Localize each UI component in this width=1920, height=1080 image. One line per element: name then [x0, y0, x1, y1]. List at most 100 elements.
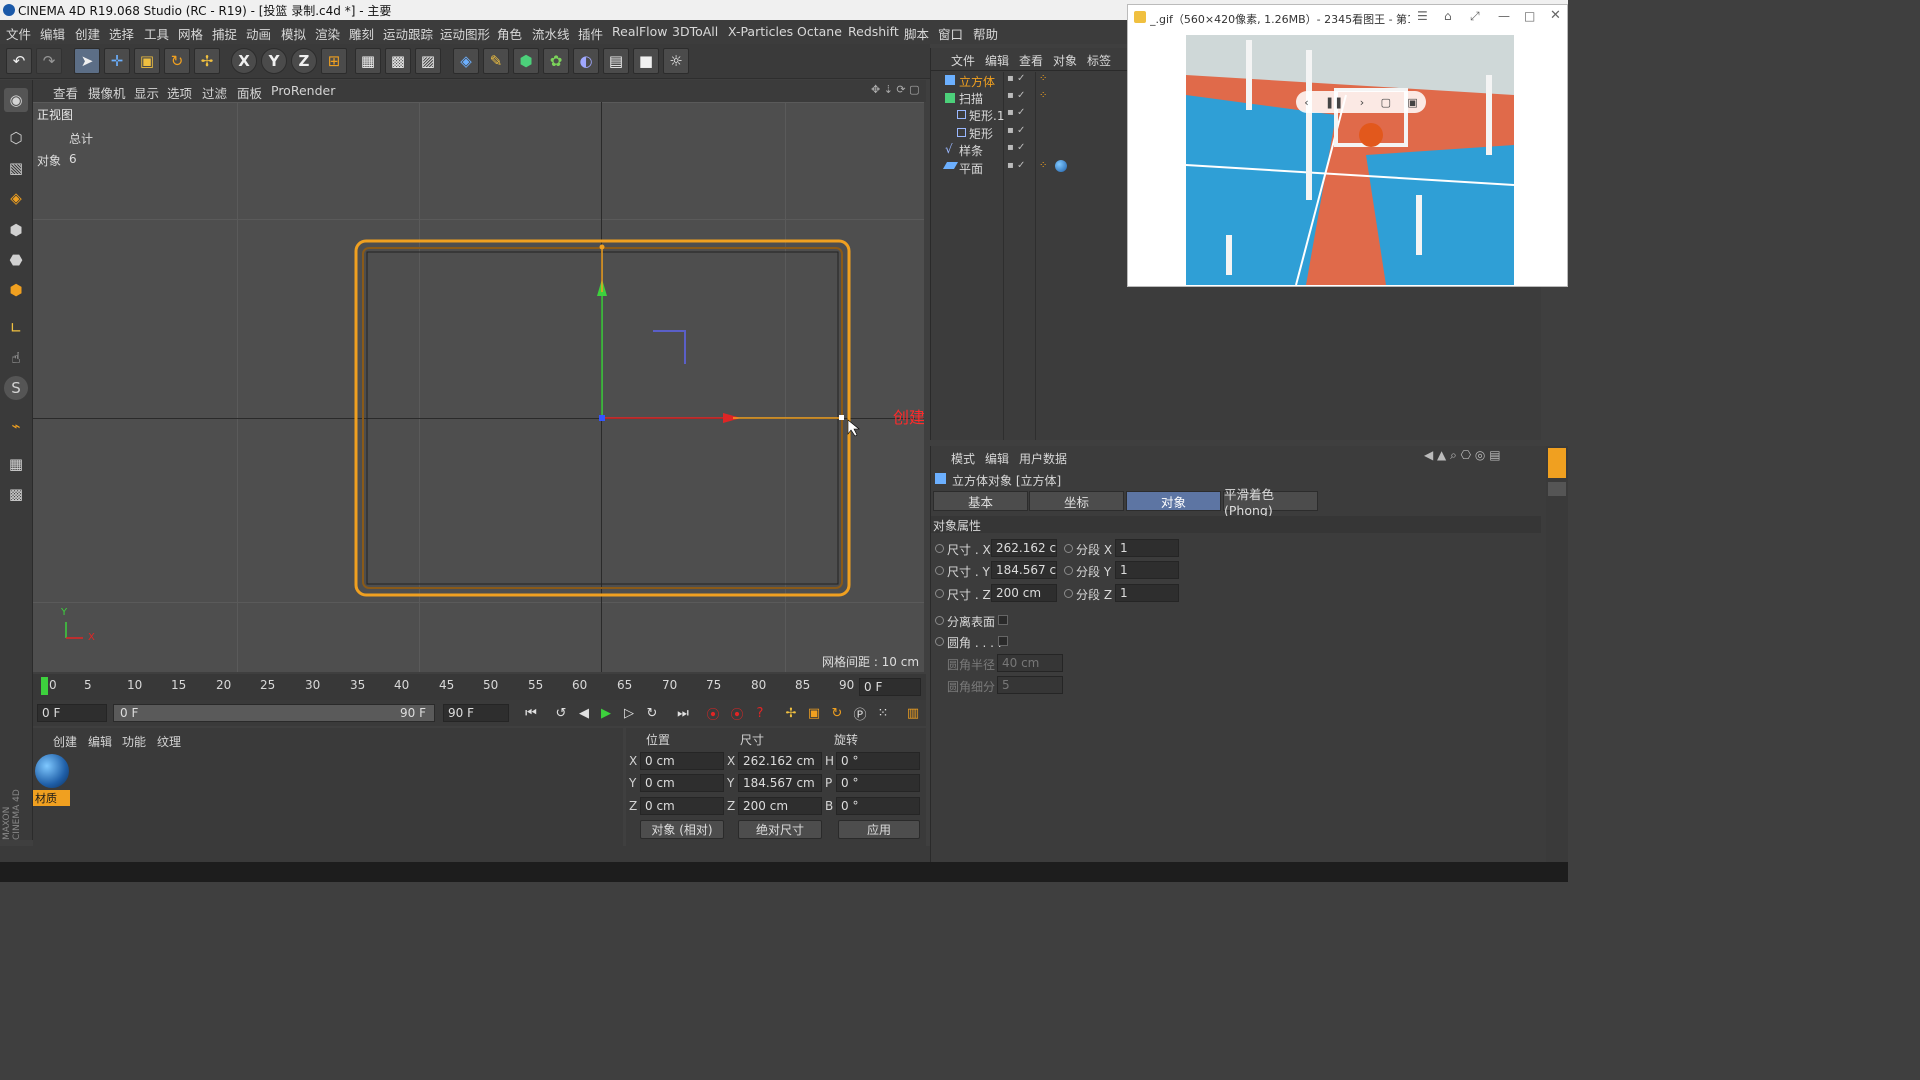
rotation-h-field[interactable]: 0 °	[836, 752, 920, 770]
rotation-p-field[interactable]: 0 °	[836, 774, 920, 792]
viewer-pin-icon[interactable]: ⌂	[1444, 9, 1452, 23]
viewport-menu-options[interactable]: 选项	[167, 83, 192, 102]
render-settings-icon[interactable]: ▨	[415, 48, 441, 74]
menu-edit[interactable]: 编辑	[40, 24, 65, 43]
size-mode-select[interactable]: 绝对尺寸	[738, 820, 822, 839]
pause-icon[interactable]: ❚❚	[1325, 96, 1343, 109]
visibility-toggle-icon[interactable]: ▪ ✓	[1007, 90, 1025, 101]
maximize-icon[interactable]: □	[1524, 9, 1535, 23]
position-z-field[interactable]: 0 cm	[640, 797, 724, 815]
material-menu-create[interactable]: 创建	[53, 733, 77, 750]
next-frame-icon[interactable]: ▷	[619, 704, 639, 722]
menu-help[interactable]: 帮助	[973, 24, 998, 43]
menu-animate[interactable]: 动画	[246, 24, 271, 43]
cube-object-icon[interactable]: ◈	[453, 48, 479, 74]
camera-icon[interactable]: ■	[633, 48, 659, 74]
points-mode-icon[interactable]: ⬢	[4, 218, 28, 242]
pen-spline-icon[interactable]: ✎	[483, 48, 509, 74]
attr-size-z-field[interactable]: 200 cm	[991, 584, 1057, 602]
material-menu-texture[interactable]: 纹理	[157, 733, 181, 750]
model-mode-icon[interactable]: ⬡	[4, 126, 28, 150]
attr-menu-userdata[interactable]: 用户数据	[1019, 450, 1067, 467]
viewport-menu-panel[interactable]: 面板	[237, 83, 262, 102]
attr-segments-y-field[interactable]: 1	[1115, 561, 1179, 579]
min-frame-field[interactable]: 0 F	[37, 704, 107, 722]
object-item-spline[interactable]: 样条	[959, 142, 983, 159]
visibility-toggle-icon[interactable]: ▪ ✓	[1007, 142, 1025, 153]
material-tag-icon[interactable]	[1055, 160, 1067, 172]
timeline-playhead[interactable]	[41, 677, 48, 695]
menu-sculpt[interactable]: 雕刻	[349, 24, 374, 43]
object-item-sweep[interactable]: 扫描	[959, 90, 983, 107]
attr-navigation-icons[interactable]: ◀ ▲ ⌕ ⎔ ◎ ▤	[1424, 448, 1501, 463]
menu-motion-tracking[interactable]: 运动跟踪	[383, 24, 433, 43]
make-editable-icon[interactable]: ◉	[4, 88, 28, 112]
render-view-icon[interactable]: ▦	[355, 48, 381, 74]
position-x-field[interactable]: 0 cm	[640, 752, 724, 770]
menu-3dtoall[interactable]: 3DToAll	[672, 24, 718, 39]
floor-scene-icon[interactable]: ▤	[603, 48, 629, 74]
visibility-toggle-icon[interactable]: ▪ ✓	[1007, 73, 1025, 84]
cloner-icon[interactable]: ✿	[543, 48, 569, 74]
menu-create[interactable]: 创建	[75, 24, 100, 43]
rotate-tool-icon[interactable]: ↻	[164, 48, 190, 74]
planar-workplane-icon[interactable]: ▩	[4, 482, 28, 506]
coordinate-mode-select[interactable]: 对象 (相对)	[640, 820, 724, 839]
viewport-menu-camera[interactable]: 摄像机	[88, 83, 126, 102]
close-icon[interactable]: ✕	[1550, 8, 1561, 23]
export-icon[interactable]: ▣	[1407, 96, 1417, 109]
y-axis-lock-button[interactable]: Y	[261, 48, 287, 74]
om-menu-object[interactable]: 对象	[1053, 52, 1077, 69]
previous-image-icon[interactable]: ‹	[1304, 96, 1308, 109]
tweak-mode-icon[interactable]: ☝	[4, 346, 28, 370]
tag-icon[interactable]: ⁘	[1039, 90, 1047, 101]
menu-realflow[interactable]: RealFlow	[612, 24, 667, 39]
apply-button[interactable]: 应用	[838, 820, 920, 839]
size-y-field[interactable]: 184.567 cm	[738, 774, 822, 792]
quantize-icon[interactable]: ⌁	[4, 414, 28, 438]
material-name-label[interactable]: 材质	[33, 790, 70, 806]
record-parameter-icon[interactable]: Ⓟ	[850, 704, 870, 723]
om-menu-view[interactable]: 查看	[1019, 52, 1043, 69]
scale-tool-icon[interactable]: ▣	[134, 48, 160, 74]
front-viewport[interactable]: 正视图 总计 对象 6 创建立方体 Y X 网格间距 : 10 cm	[33, 102, 924, 672]
fillet-checkbox[interactable]	[998, 636, 1008, 646]
tab-phong[interactable]: 平滑着色(Phong)	[1223, 487, 1318, 518]
record-point-level-icon[interactable]: ⁙	[873, 704, 893, 722]
subdivision-generator-icon[interactable]: ⬢	[513, 48, 539, 74]
texture-mode-icon[interactable]: ▧	[4, 156, 28, 180]
attr-size-y-field[interactable]: 184.567 ci	[991, 561, 1057, 579]
material-preview-sphere[interactable]	[35, 754, 69, 788]
material-menu-function[interactable]: 功能	[122, 733, 146, 750]
workplane-mode-icon[interactable]: ◈	[4, 186, 28, 210]
attr-size-x-field[interactable]: 262.162 ci	[991, 539, 1057, 557]
menu-plugins[interactable]: 插件	[578, 24, 603, 43]
timeline-ruler[interactable]: 0 5 10 15 20 25 30 35 40 45 50 55 60 65 …	[33, 674, 926, 700]
menu-window[interactable]: 窗口	[938, 24, 963, 43]
polygons-mode-icon[interactable]: ⬢	[4, 278, 28, 302]
previous-key-icon[interactable]: ↺	[551, 704, 571, 722]
tag-icon[interactable]: ⁘	[1039, 160, 1047, 171]
menu-select[interactable]: 选择	[109, 24, 134, 43]
attributes-side-tab[interactable]	[1548, 448, 1566, 478]
snap-icon[interactable]: S	[4, 376, 28, 400]
coordinate-system-icon[interactable]: ⊞	[321, 48, 347, 74]
om-menu-tags[interactable]: 标签	[1087, 52, 1111, 69]
menu-xparticles[interactable]: X-Particles	[728, 24, 793, 39]
record-scale-icon[interactable]: ▣	[804, 704, 824, 722]
viewer-fullscreen-icon[interactable]: ⤢	[1470, 9, 1480, 24]
rotation-b-field[interactable]: 0 °	[836, 797, 920, 815]
visibility-toggle-icon[interactable]: ▪ ✓	[1007, 160, 1025, 171]
next-image-icon[interactable]: ›	[1360, 96, 1364, 109]
material-menu-edit[interactable]: 编辑	[88, 733, 112, 750]
tab-object[interactable]: 对象	[1126, 491, 1221, 511]
size-z-field[interactable]: 200 cm	[738, 797, 822, 815]
minimize-icon[interactable]: —	[1498, 9, 1510, 23]
position-y-field[interactable]: 0 cm	[640, 774, 724, 792]
fillet-radius-field[interactable]: 40 cm	[997, 654, 1063, 672]
redo-icon[interactable]: ↷	[36, 48, 62, 74]
menu-snap[interactable]: 捕捉	[212, 24, 237, 43]
recent-tool-icon[interactable]: ✢	[194, 48, 220, 74]
separate-surfaces-checkbox[interactable]	[998, 615, 1008, 625]
viewport-menu-filter[interactable]: 过滤	[202, 83, 227, 102]
